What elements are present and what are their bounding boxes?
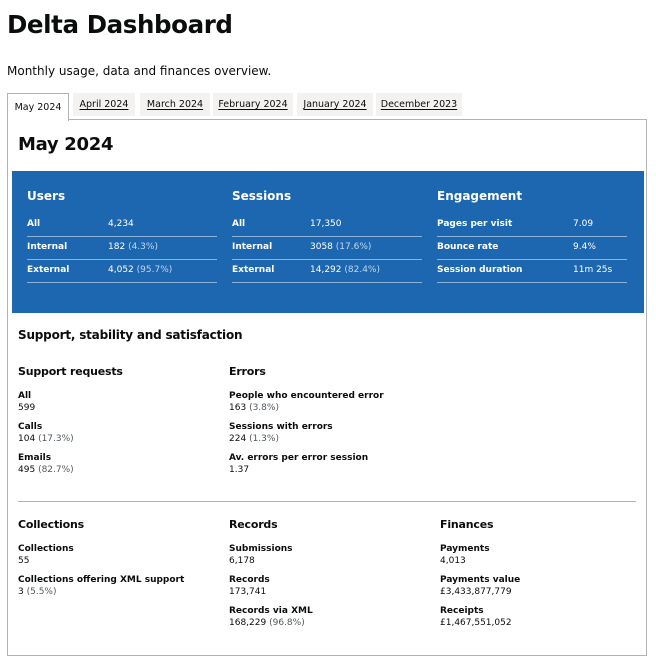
stat-item: All 599 [18,391,218,414]
stat-label: Collections [18,544,74,554]
summary-value: 17,350 [310,219,342,229]
summary-value: 3058 (17.6%) [310,242,372,252]
tab-march-2024[interactable]: March 2024 [140,93,210,116]
stat-item: Sessions with errors 224 (1.3%) [229,422,429,445]
stat-label: People who encountered error [229,391,384,401]
summary-label: Internal [27,242,68,252]
stat-label: Records [229,575,270,585]
page-subtitle: Monthly usage, data and finances overvie… [7,64,272,78]
users-heading: Users [27,189,66,203]
records-heading: Records [229,518,278,531]
stat-item: Emails 495 (82.7%) [18,453,218,476]
support-requests-group: Support requests All 599 Calls 104 (17.3… [18,365,218,484]
stat-label: Receipts [440,606,484,616]
stat-item: Records 173,741 [229,575,429,598]
tab-february-2024[interactable]: February 2024 [213,93,293,116]
stat-value: 55 [18,555,30,566]
summary-label: External [232,265,275,275]
stat-item: People who encountered error 163 (3.8%) [229,391,429,414]
stat-value: £3,433,877,779 [440,586,512,597]
engagement-heading: Engagement [437,189,523,203]
stat-item: Submissions 6,178 [229,544,429,567]
stat-value: 3 (5.5%) [18,586,57,597]
support-section-heading: Support, stability and satisfaction [18,328,243,342]
stat-value: 495 (82.7%) [18,464,74,475]
stat-label: Calls [18,422,43,432]
summary-row: Pages per visit 7.09 [437,214,627,237]
summary-label: Session duration [437,265,523,275]
stat-value: £1,467,551,052 [440,617,512,628]
errors-group: Errors People who encountered error 163 … [229,365,429,484]
collections-heading: Collections [18,518,84,531]
stat-item: Payments value £3,433,877,779 [440,575,640,598]
stat-item: Calls 104 (17.3%) [18,422,218,445]
page-title: Delta Dashboard [7,10,233,39]
summary-row: All 17,350 [232,214,422,237]
summary-value: 4,052 (95.7%) [108,265,173,275]
stat-label: Submissions [229,544,293,554]
tab-december-2023[interactable]: December 2023 [376,93,462,116]
summary-row: Internal 3058 (17.6%) [232,237,422,260]
summary-label: All [27,219,41,229]
tab-panel: May 2024 Users All 4,234 Internal 182 (4… [7,119,647,656]
stat-label: Payments [440,544,490,554]
stat-label: Records via XML [229,606,313,616]
stat-item: Av. errors per error session 1.37 [229,453,429,476]
summary-label: All [232,219,246,229]
summary-value: 182 (4.3%) [108,242,158,252]
summary-row: Bounce rate 9.4% [437,237,627,260]
errors-heading: Errors [229,365,266,378]
summary-value: 11m 25s [573,265,613,275]
finances-group: Finances Payments 4,013 Payments value £… [440,518,640,637]
stat-value: 4,013 [440,555,466,566]
stat-value: 6,178 [229,555,255,566]
sessions-heading: Sessions [232,189,292,203]
stat-label: Payments value [440,575,521,585]
summary-value: 4,234 [108,219,134,229]
summary-row: External 4,052 (95.7%) [27,260,217,283]
stat-item: Receipts £1,467,551,052 [440,606,640,629]
summary-row: All 4,234 [27,214,217,237]
stat-label: Emails [18,453,52,463]
stat-value: 173,741 [229,586,267,597]
stat-item: Records via XML 168,229 (96.8%) [229,606,429,629]
tab-january-2024[interactable]: January 2024 [297,93,373,116]
stat-value: 168,229 (96.8%) [229,617,305,628]
records-group: Records Submissions 6,178 Records 173,74… [229,518,429,637]
engagement-summary: Engagement Pages per visit 7.09 Bounce r… [437,189,627,283]
finances-heading: Finances [440,518,494,531]
stat-item: Collections offering XML support 3 (5.5%… [18,575,218,598]
summary-row: Internal 182 (4.3%) [27,237,217,260]
stat-label: Av. errors per error session [229,453,369,463]
stat-label: Collections offering XML support [18,575,185,585]
tab-may-2024[interactable]: May 2024 [7,93,69,121]
summary-value: 9.4% [573,242,596,252]
summary-row: External 14,292 (82.4%) [232,260,422,283]
stat-value: 163 (3.8%) [229,402,279,413]
stat-value: 599 [18,402,36,413]
summary-label: Bounce rate [437,242,499,252]
collections-group: Collections Collections 55 Collections o… [18,518,218,606]
stat-item: Collections 55 [18,544,218,567]
stat-value: 224 (1.3%) [229,433,279,444]
summary-label: External [27,265,70,275]
summary-row: Session duration 11m 25s [437,260,627,283]
panel-title: May 2024 [18,134,114,155]
summary-label: Internal [232,242,273,252]
users-summary: Users All 4,234 Internal 182 (4.3%) Exte… [27,189,217,283]
summary-value: 14,292 (82.4%) [310,265,380,275]
sessions-summary: Sessions All 17,350 Internal 3058 (17.6%… [232,189,422,283]
dashboard-page: Delta Dashboard Monthly usage, data and … [0,0,656,665]
support-requests-heading: Support requests [18,365,123,378]
summary-label: Pages per visit [437,219,513,229]
stat-value: 1.37 [229,464,250,475]
summary-value: 7.09 [573,219,594,229]
stat-label: All [18,391,32,401]
section-divider [18,501,636,502]
stat-label: Sessions with errors [229,422,333,432]
tab-april-2024[interactable]: April 2024 [73,93,135,116]
stat-value: 104 (17.3%) [18,433,74,444]
summary-band: Users All 4,234 Internal 182 (4.3%) Exte… [12,171,644,313]
stat-item: Payments 4,013 [440,544,640,567]
